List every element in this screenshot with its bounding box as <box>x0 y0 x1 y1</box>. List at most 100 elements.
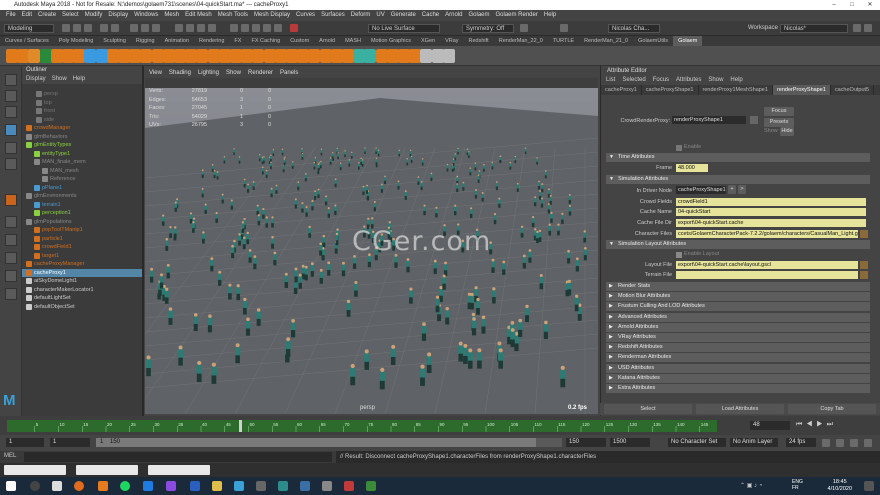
go-to-output-icon[interactable] <box>750 116 758 124</box>
sign-in-icon[interactable] <box>560 24 568 32</box>
viewport-menu-renderer[interactable]: Renderer <box>248 70 273 76</box>
thumbnail-2[interactable] <box>76 465 138 475</box>
vlc-icon[interactable] <box>98 481 108 491</box>
layout-four-icon[interactable] <box>5 234 17 246</box>
attr-tab-renderproxy1meshshape1[interactable]: renderProxy1MeshShape1 <box>699 85 773 95</box>
outlook-icon[interactable] <box>190 481 200 491</box>
attr-tab-cacheproxy1[interactable]: cacheProxy1 <box>601 85 642 95</box>
playback-controls[interactable]: ⏮ ◀ ▶ ⏭ <box>796 421 876 430</box>
panel-toggle-icon[interactable] <box>853 24 861 32</box>
open-scene-icon[interactable] <box>73 24 81 32</box>
live-surface-dropdown[interactable]: No Live Surface <box>368 24 440 33</box>
user-account[interactable]: Nicolas Cha... <box>608 24 660 33</box>
copy-tab-button[interactable]: Copy Tab <box>788 404 876 414</box>
shelf-tab-animation[interactable]: Animation <box>160 36 194 46</box>
shelf-tab-custom[interactable]: Custom <box>285 36 314 46</box>
outliner-item[interactable]: glmBehaviors <box>22 133 142 142</box>
attr-tab-cacheproxyshape1[interactable]: cacheProxyShape1 <box>642 85 699 95</box>
range-end-field[interactable]: 150 <box>566 438 606 447</box>
app-icon-1[interactable] <box>256 481 266 491</box>
render-settings-icon[interactable] <box>274 24 282 32</box>
select-button[interactable]: Select <box>604 404 692 414</box>
select-hierarchy-icon[interactable] <box>130 24 138 32</box>
outliner-item[interactable]: popToolTManip1 <box>22 226 142 235</box>
outliner-item[interactable]: target1 <box>22 252 142 261</box>
spotify-icon[interactable] <box>120 481 130 491</box>
hide-button[interactable]: Hide <box>780 127 794 136</box>
render-view-icon[interactable] <box>241 24 249 32</box>
attr-menu-attributes[interactable]: Attributes <box>676 77 701 83</box>
symmetry-dropdown[interactable]: Symmetry: Off <box>462 24 514 33</box>
outliner-item[interactable]: perception1 <box>22 209 142 218</box>
layout-stack-icon[interactable] <box>5 270 17 282</box>
menu-create[interactable]: Create <box>38 12 56 18</box>
maximize-button[interactable]: □ <box>843 0 861 10</box>
outliner-menu-display[interactable]: Display <box>26 76 46 82</box>
shelf-tool-21-icon[interactable] <box>230 49 242 63</box>
outliner-item[interactable]: defaultObjectSet <box>22 303 142 312</box>
cache-dir-field[interactable]: export\04-quickStart.cache <box>676 219 866 227</box>
folder-browse-icon[interactable] <box>860 230 868 238</box>
shelf-tab-golaemutils[interactable]: GolaemUtils <box>633 36 673 46</box>
shelf-tool-23-icon[interactable] <box>252 49 265 63</box>
thumbnail-1[interactable] <box>4 465 66 475</box>
shelf-tab-arnold[interactable]: Arnold <box>314 36 340 46</box>
attr-toggle-icon[interactable] <box>864 24 872 32</box>
menu-arnold[interactable]: Arnold <box>445 12 462 18</box>
start-icon[interactable] <box>6 481 16 491</box>
outliner-item[interactable]: glmEnvironments <box>22 192 142 201</box>
shelf-tab-curves-surfaces[interactable]: Curves / Surfaces <box>0 36 54 46</box>
menu-display[interactable]: Display <box>108 12 128 18</box>
outliner-item[interactable]: entityType1 <box>22 150 142 159</box>
paint-select-icon[interactable] <box>5 106 17 118</box>
menu-golaem[interactable]: Golaem <box>468 12 489 18</box>
red-status-icon[interactable] <box>290 24 298 32</box>
viewport-menu-lighting[interactable]: Lighting <box>198 70 219 76</box>
thumbnail-3[interactable] <box>148 465 210 475</box>
outliner-menu-show[interactable]: Show <box>52 76 67 82</box>
section-layout[interactable]: ▼ Simulation Layout Attributes <box>606 240 870 249</box>
menu-cache[interactable]: Cache <box>422 12 439 18</box>
viewport-menu-shading[interactable]: Shading <box>169 70 191 76</box>
shelf-tool-4-icon[interactable] <box>39 49 52 63</box>
attr-menu-focus[interactable]: Focus <box>653 77 669 83</box>
mel-label[interactable]: MEL <box>4 453 16 459</box>
app-icon-5[interactable] <box>344 481 354 491</box>
section-collapsed[interactable]: ▶ Redshift Attributes <box>606 343 870 353</box>
shelf-tab-turtle[interactable]: TURTLE <box>548 36 579 46</box>
shelf-tab-vray[interactable]: VRay <box>440 36 463 46</box>
menu-generate[interactable]: Generate <box>391 12 416 18</box>
shelf-tab-golaem[interactable]: Golaem <box>673 36 703 46</box>
outliner-item[interactable]: aiSkyDomeLight1 <box>22 277 142 286</box>
new-scene-icon[interactable] <box>62 24 70 32</box>
shelf-tool-18-icon[interactable] <box>196 49 209 63</box>
snap-view-icon[interactable] <box>208 24 216 32</box>
fps-dropdown[interactable]: 24 fps <box>786 438 816 447</box>
menu-golaem-render[interactable]: Golaem Render <box>496 12 538 18</box>
snap-curve-icon[interactable] <box>186 24 194 32</box>
attr-menu-show[interactable]: Show <box>708 77 723 83</box>
outliner-item[interactable]: MAN_mesh <box>22 167 142 176</box>
shelf-tab-sculpting[interactable]: Sculpting <box>98 36 131 46</box>
shelf-tab-fx-caching[interactable]: FX Caching <box>246 36 285 46</box>
enable-checkbox[interactable] <box>676 145 682 151</box>
shelf-tab-mash[interactable]: MASH <box>340 36 366 46</box>
outliner-item[interactable]: persp <box>22 90 142 99</box>
explorer-icon[interactable] <box>212 481 222 491</box>
section-collapsed[interactable]: ▶ Renderman Attributes <box>606 353 870 363</box>
shelf-tab-rigging[interactable]: Rigging <box>131 36 160 46</box>
shelf-tool-14-icon[interactable] <box>151 49 164 63</box>
shelf-tool-32-icon[interactable] <box>353 49 366 63</box>
command-input[interactable] <box>24 452 332 462</box>
shelf-tool-30-icon[interactable] <box>330 49 343 63</box>
shelf-tab-renderman-21-0[interactable]: RenderMan_21_0 <box>579 36 633 46</box>
attr-tab-cacheoutput5[interactable]: cacheOutput5 <box>831 85 875 95</box>
shelf-tool-38-icon[interactable] <box>420 49 433 63</box>
shelf-tool-28-icon[interactable] <box>308 49 321 63</box>
menu-modify[interactable]: Modify <box>85 12 103 18</box>
section-collapsed[interactable]: ▶ Advanced Attributes <box>606 312 870 322</box>
shelf-tool-35-icon[interactable] <box>386 49 399 63</box>
attr-tab-renderproxyshape1[interactable]: renderProxyShape1 <box>772 85 831 95</box>
save-scene-icon[interactable] <box>84 24 92 32</box>
viewport-menu-view[interactable]: View <box>149 70 162 76</box>
